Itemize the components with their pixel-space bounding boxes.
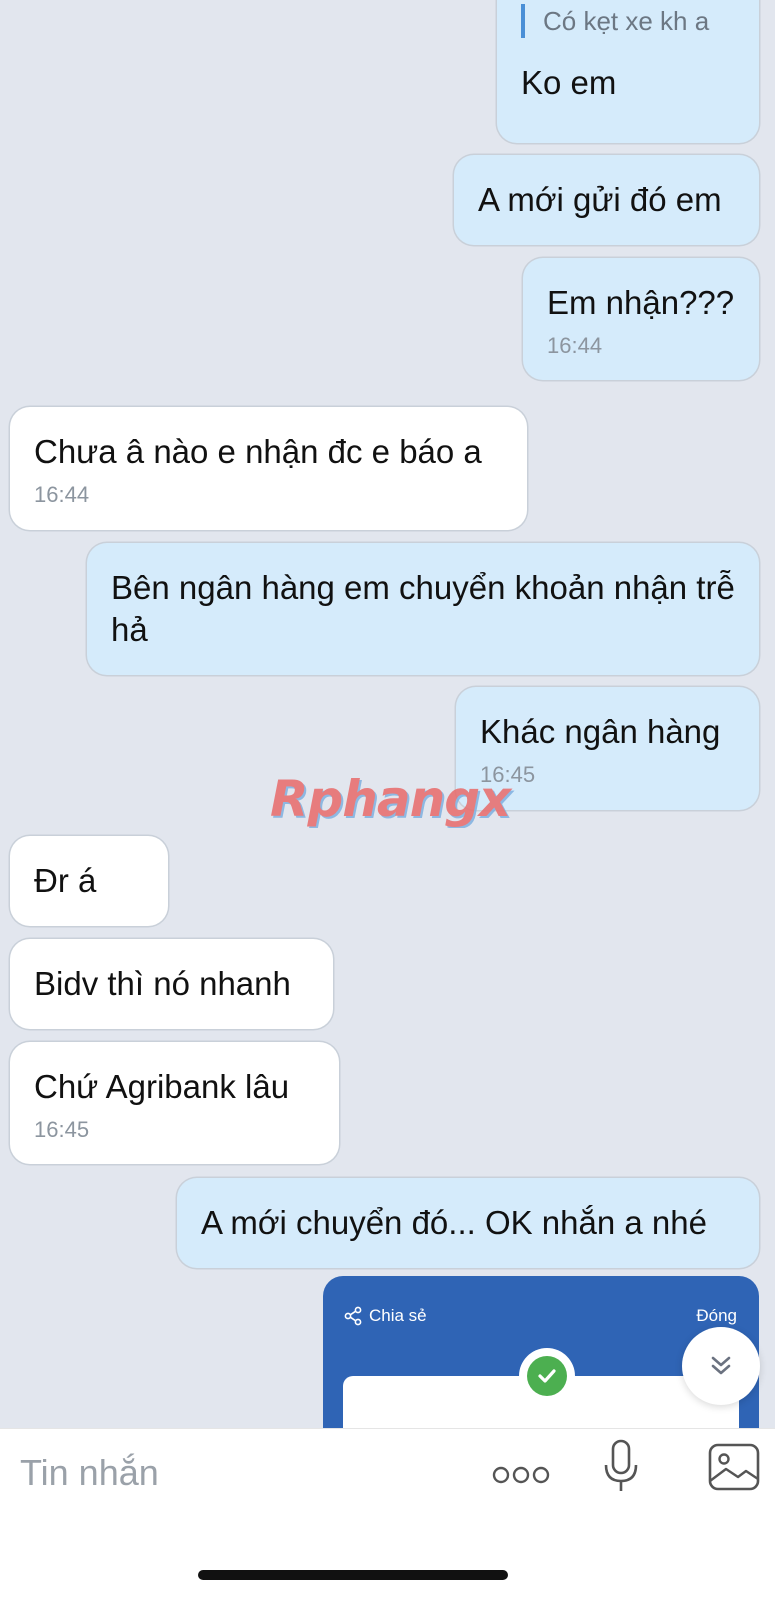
- message-time: 16:44: [34, 482, 90, 507]
- image-picker-button[interactable]: [706, 1439, 762, 1495]
- message-bubble-outgoing[interactable]: Bên ngân hàng em chuyển khoản nhận trễ h…: [87, 543, 759, 675]
- message-bubble-incoming[interactable]: Chưa â nào e nhận đc e báo a 16:44: [10, 407, 527, 530]
- watermark-logo: Rphangx: [270, 770, 511, 828]
- message-text: Đr á: [34, 862, 97, 899]
- message-bubble-incoming[interactable]: Bidv thì nó nhanh: [10, 939, 333, 1029]
- chevron-double-down-icon: [711, 1356, 731, 1375]
- message-time: 16:45: [480, 762, 536, 787]
- voice-button[interactable]: [596, 1437, 646, 1497]
- message-bubble-outgoing[interactable]: A mới chuyển đó... OK nhắn a nhé: [177, 1178, 759, 1268]
- message-bubble-outgoing[interactable]: Em nhận??? 16:44: [523, 258, 759, 380]
- more-dots-icon: [492, 1466, 550, 1484]
- message-text: Chưa â nào e nhận đc e báo a: [34, 433, 482, 470]
- home-indicator: [198, 1570, 508, 1580]
- receipt-share: Chia sẻ: [343, 1306, 427, 1326]
- message-bubble-incoming[interactable]: Chứ Agribank lâu 16:45: [10, 1042, 339, 1164]
- receipt-close-label: Đóng: [696, 1306, 737, 1325]
- scroll-to-bottom-button[interactable]: [682, 1327, 760, 1405]
- chat-area[interactable]: Có kẹt xe kh a Ko em A mới gửi đó em Em …: [0, 0, 775, 1428]
- quoted-message[interactable]: Có kẹt xe kh a: [521, 4, 735, 38]
- share-icon: [344, 1306, 362, 1326]
- message-text: Bidv thì nó nhanh: [34, 965, 291, 1002]
- microphone-icon: [604, 1439, 638, 1491]
- message-input[interactable]: Tin nhắn: [20, 1451, 159, 1495]
- receipt-share-label: Chia sẻ: [369, 1306, 427, 1325]
- message-text: Ko em: [521, 64, 617, 101]
- message-bubble-outgoing[interactable]: A mới gửi đó em: [454, 155, 759, 245]
- message-text: A mới gửi đó em: [478, 181, 722, 218]
- message-time: 16:45: [34, 1117, 90, 1142]
- message-text: Em nhận???: [547, 284, 735, 321]
- message-time: 16:44: [547, 333, 603, 358]
- message-text: Bên ngân hàng em chuyển khoản nhận trễ h…: [111, 569, 735, 648]
- image-icon: [708, 1443, 760, 1491]
- message-text: Chứ Agribank lâu: [34, 1068, 290, 1105]
- message-text: A mới chuyển đó... OK nhắn a nhé: [201, 1204, 707, 1241]
- more-button[interactable]: [490, 1455, 552, 1495]
- message-text: Khác ngân hàng: [480, 713, 721, 750]
- message-bubble-outgoing[interactable]: Có kẹt xe kh a Ko em: [497, 0, 759, 143]
- message-bubble-incoming[interactable]: Đr á: [10, 836, 168, 926]
- check-circle-icon: [519, 1348, 575, 1404]
